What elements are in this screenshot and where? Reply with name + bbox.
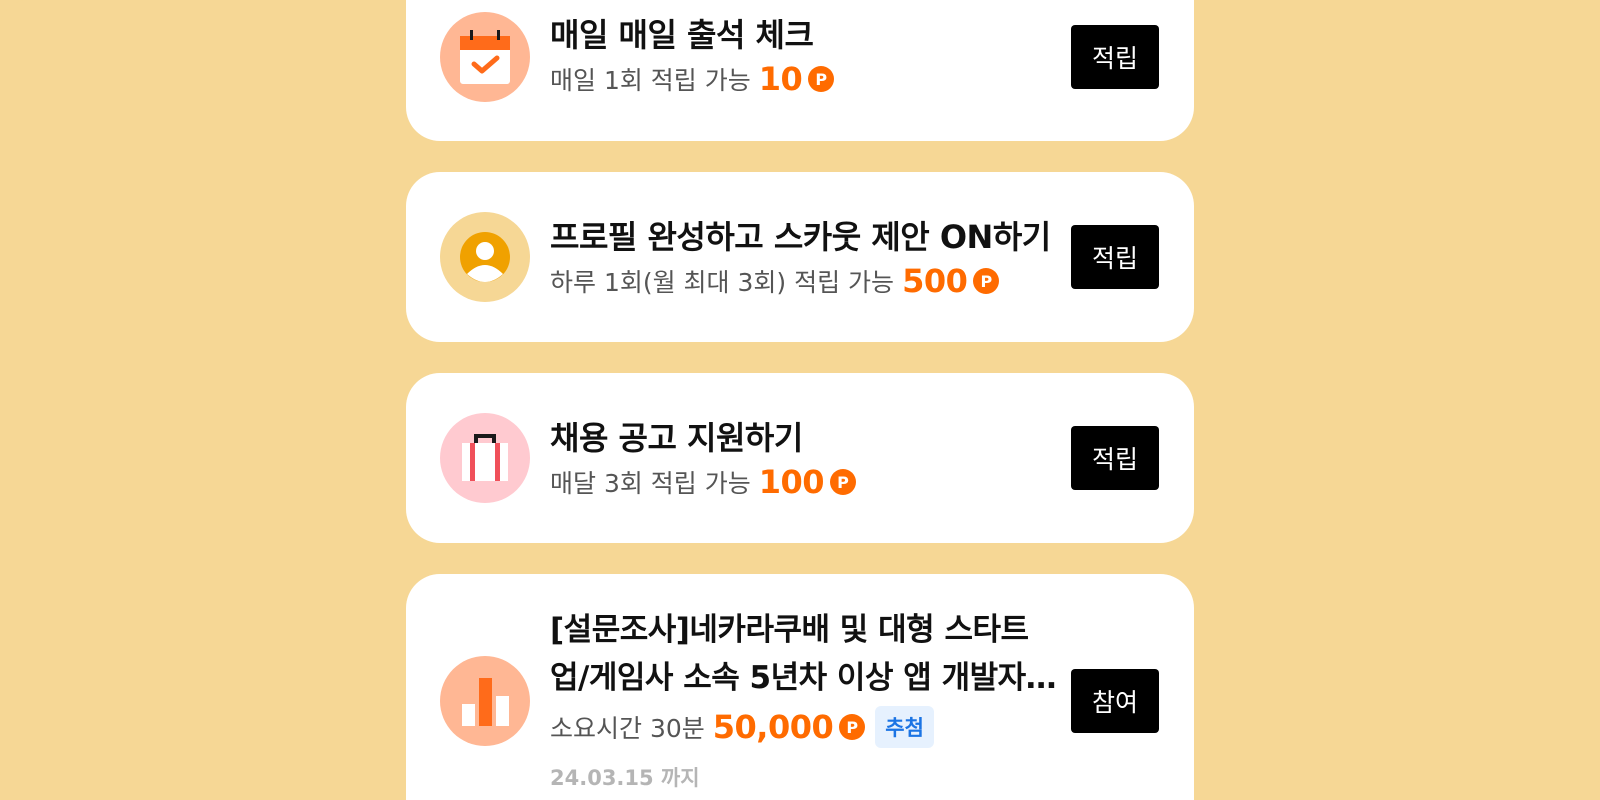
points-value: 10 [758,60,803,98]
points-value: 100 [758,463,825,501]
card-subtitle-row: 매달 3회 적립 가능 100 P [550,463,857,501]
reward-card-attendance: 매일 매일 출석 체크 매일 1회 적립 가능 10 P 적립 [406,0,1194,141]
deadline-text: 24.03.15 까지 [550,766,700,790]
join-button[interactable]: 참여 [1071,669,1159,733]
card-title: [설문조사]네카라쿠배 및 대형 스타트업/게임사 소속 5년차 이상 앱 개발… [550,612,1054,696]
points-value: 50,000 [712,708,834,746]
earn-button[interactable]: 적립 [1071,25,1159,89]
earn-button[interactable]: 적립 [1071,225,1159,289]
point-badge-icon: P [973,268,1000,294]
card-subtitle-row: 소요시간 30분 50,000 P 추첨 [550,706,934,748]
page-background: 매일 매일 출석 체크 매일 1회 적립 가능 10 P 적립 프로필 완성하고… [0,0,1600,800]
raffle-tag: 추첨 [875,706,934,748]
briefcase-icon [440,413,530,503]
card-title: 채용 공고 지원하기 [550,419,803,457]
point-badge-icon: P [808,66,835,92]
card-subtitle: 매달 3회 적립 가능 [550,469,751,498]
card-subtitle: 하루 1회(월 최대 3회) 적립 가능 [550,268,895,297]
reward-card-survey: [설문조사]네카라쿠배 및 대형 스타트업/게임사 소속 5년차 이상 앱 개발… [406,574,1194,800]
card-subtitle-row: 하루 1회(월 최대 3회) 적립 가능 500 P [550,262,1000,300]
calendar-check-icon [440,12,530,102]
card-subtitle-row: 매일 1회 적립 가능 10 P [550,60,835,98]
reward-card-profile: 프로필 완성하고 스카웃 제안 ON하기 하루 1회(월 최대 3회) 적립 가… [406,172,1194,342]
card-title: 매일 매일 출석 체크 [550,16,814,54]
point-badge-icon: P [839,714,866,740]
user-profile-icon [440,212,530,302]
card-subtitle: 매일 1회 적립 가능 [550,66,751,95]
point-badge-icon: P [830,469,857,495]
bar-chart-icon [440,656,530,746]
card-title: 프로필 완성하고 스카웃 제안 ON하기 [550,218,1051,256]
card-subtitle: 소요시간 30분 [550,714,705,743]
points-value: 500 [902,262,968,300]
reward-card-apply: 채용 공고 지원하기 매달 3회 적립 가능 100 P 적립 [406,373,1194,543]
earn-button[interactable]: 적립 [1071,426,1159,490]
